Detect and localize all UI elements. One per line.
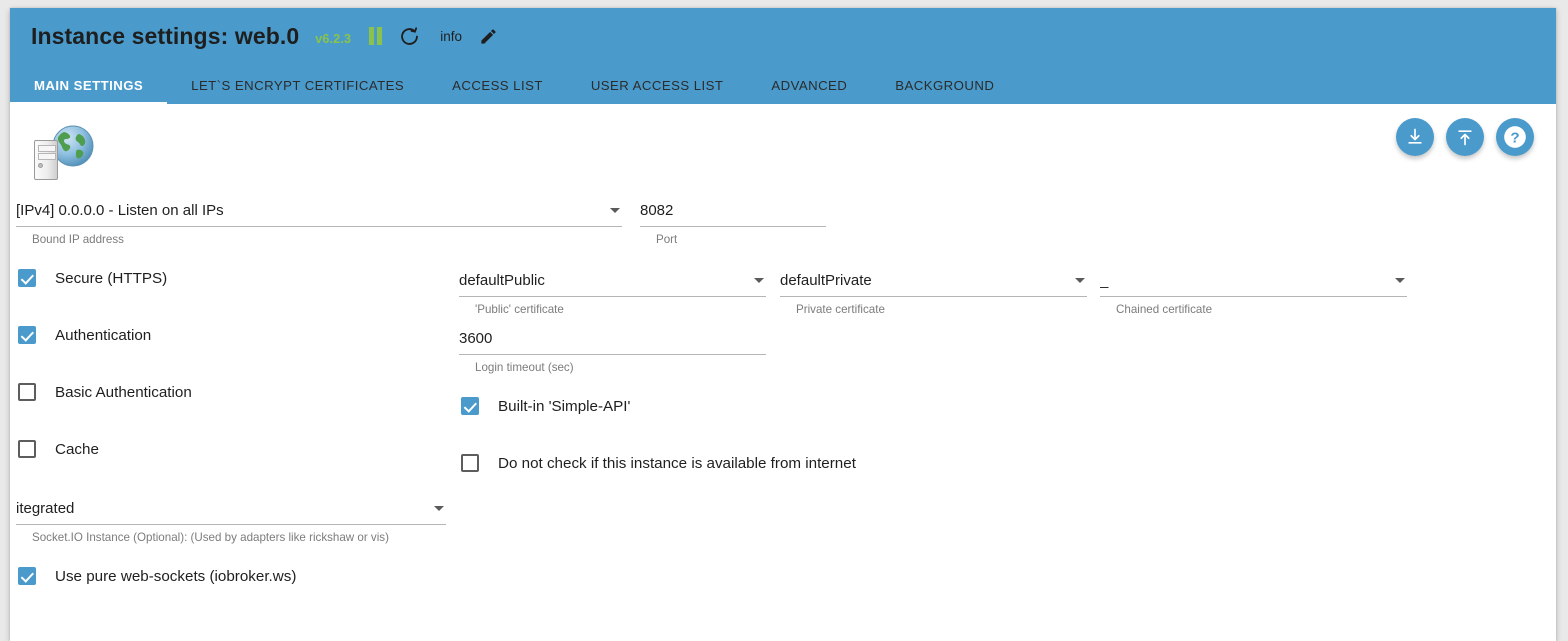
socketio-instance-value[interactable]: itegrated: [16, 496, 446, 525]
page-title: Instance settings: web.0: [31, 22, 300, 49]
chevron-down-icon[interactable]: [754, 278, 764, 283]
bound-ip-value[interactable]: [IPv4] 0.0.0.0 - Listen on all IPs: [16, 198, 622, 227]
pure-websockets-label: Use pure web-sockets (iobroker.ws): [55, 567, 297, 585]
app-window: Instance settings: web.0 v6.2.3 info MAI…: [0, 0, 1568, 641]
tab-main-settings[interactable]: MAIN SETTINGS: [10, 78, 168, 104]
chevron-down-icon[interactable]: [1395, 278, 1405, 283]
login-timeout-field[interactable]: 3600 Login timeout (sec): [459, 326, 766, 374]
svg-text:?: ?: [1510, 130, 1519, 147]
pause-icon[interactable]: [368, 24, 382, 48]
bound-ip-field[interactable]: [IPv4] 0.0.0.0 - Listen on all IPs Bound…: [16, 198, 622, 246]
tab-lets-encrypt-certificates[interactable]: LET`S ENCRYPT CERTIFICATES: [167, 78, 428, 104]
chained-certificate-value[interactable]: _: [1100, 268, 1407, 297]
globe-icon: [52, 125, 94, 167]
port-hint: Port: [656, 233, 678, 246]
info-link[interactable]: info: [440, 29, 462, 44]
basic-authentication-label: Basic Authentication: [55, 383, 192, 401]
simple-api-checkbox-row[interactable]: Built-in 'Simple-API': [461, 397, 630, 415]
cache-checkbox-row[interactable]: Cache: [18, 440, 99, 458]
login-timeout-hint: Login timeout (sec): [475, 361, 574, 374]
upload-button[interactable]: [1446, 118, 1484, 156]
web-adapter-icon: [32, 123, 96, 181]
download-button[interactable]: [1396, 118, 1434, 156]
public-certificate-field[interactable]: defaultPublic 'Public' certificate: [459, 268, 766, 316]
tab-background[interactable]: BACKGROUND: [871, 78, 1018, 104]
pure-websockets-checkbox-row[interactable]: Use pure web-sockets (iobroker.ws): [18, 567, 296, 585]
refresh-icon[interactable]: [399, 24, 420, 48]
authentication-checkbox[interactable]: [18, 326, 36, 344]
login-timeout-value[interactable]: 3600: [459, 326, 766, 355]
help-button[interactable]: ?: [1496, 118, 1534, 156]
cache-label: Cache: [55, 440, 99, 458]
title-row: Instance settings: web.0 v6.2.3 info: [10, 8, 1556, 64]
tab-bar: MAIN SETTINGS LET`S ENCRYPT CERTIFICATES…: [10, 64, 1556, 104]
private-certificate-hint: Private certificate: [796, 303, 885, 316]
chained-certificate-hint: Chained certificate: [1116, 303, 1213, 316]
no-internet-check-checkbox-row[interactable]: Do not check if this instance is availab…: [461, 454, 856, 472]
secure-https-checkbox[interactable]: [18, 269, 36, 287]
main-settings-panel: ? [IPv4] 0.0.0.0 - Listen on all IPs Bou…: [10, 104, 1556, 641]
instance-settings-dialog: Instance settings: web.0 v6.2.3 info MAI…: [10, 8, 1556, 641]
socketio-instance-hint: Socket.IO Instance (Optional): (Used by …: [32, 531, 389, 544]
private-certificate-field[interactable]: defaultPrivate Private certificate: [780, 268, 1087, 316]
basic-authentication-checkbox[interactable]: [18, 383, 36, 401]
chained-certificate-field[interactable]: _ Chained certificate: [1100, 268, 1407, 316]
app-bar: Instance settings: web.0 v6.2.3 info MAI…: [10, 8, 1556, 104]
edit-icon[interactable]: [479, 24, 498, 48]
port-value[interactable]: 8082: [640, 198, 826, 227]
socketio-instance-field[interactable]: itegrated Socket.IO Instance (Optional):…: [16, 496, 446, 544]
pure-websockets-checkbox[interactable]: [18, 567, 36, 585]
public-certificate-value[interactable]: defaultPublic: [459, 268, 766, 297]
server-power-dot: [38, 163, 43, 168]
tab-access-list[interactable]: ACCESS LIST: [428, 78, 567, 104]
port-field[interactable]: 8082 Port: [640, 198, 826, 246]
no-internet-check-label: Do not check if this instance is availab…: [498, 454, 856, 472]
version-label: v6.2.3: [315, 31, 352, 46]
bound-ip-hint: Bound IP address: [32, 233, 124, 246]
secure-https-label: Secure (HTTPS): [55, 269, 168, 287]
chevron-down-icon[interactable]: [434, 506, 444, 511]
cache-checkbox[interactable]: [18, 440, 36, 458]
authentication-label: Authentication: [55, 326, 152, 344]
tab-advanced[interactable]: ADVANCED: [747, 78, 871, 104]
chevron-down-icon[interactable]: [610, 208, 620, 213]
private-certificate-value[interactable]: defaultPrivate: [780, 268, 1087, 297]
basic-authentication-checkbox-row[interactable]: Basic Authentication: [18, 383, 192, 401]
public-certificate-hint: 'Public' certificate: [475, 303, 564, 316]
action-buttons: ?: [1396, 118, 1534, 156]
secure-https-checkbox-row[interactable]: Secure (HTTPS): [18, 269, 167, 287]
authentication-checkbox-row[interactable]: Authentication: [18, 326, 151, 344]
chevron-down-icon[interactable]: [1075, 278, 1085, 283]
tab-user-access-list[interactable]: USER ACCESS LIST: [567, 78, 748, 104]
simple-api-checkbox[interactable]: [461, 397, 479, 415]
server-icon: [34, 140, 58, 180]
no-internet-check-checkbox[interactable]: [461, 454, 479, 472]
simple-api-label: Built-in 'Simple-API': [498, 397, 631, 415]
